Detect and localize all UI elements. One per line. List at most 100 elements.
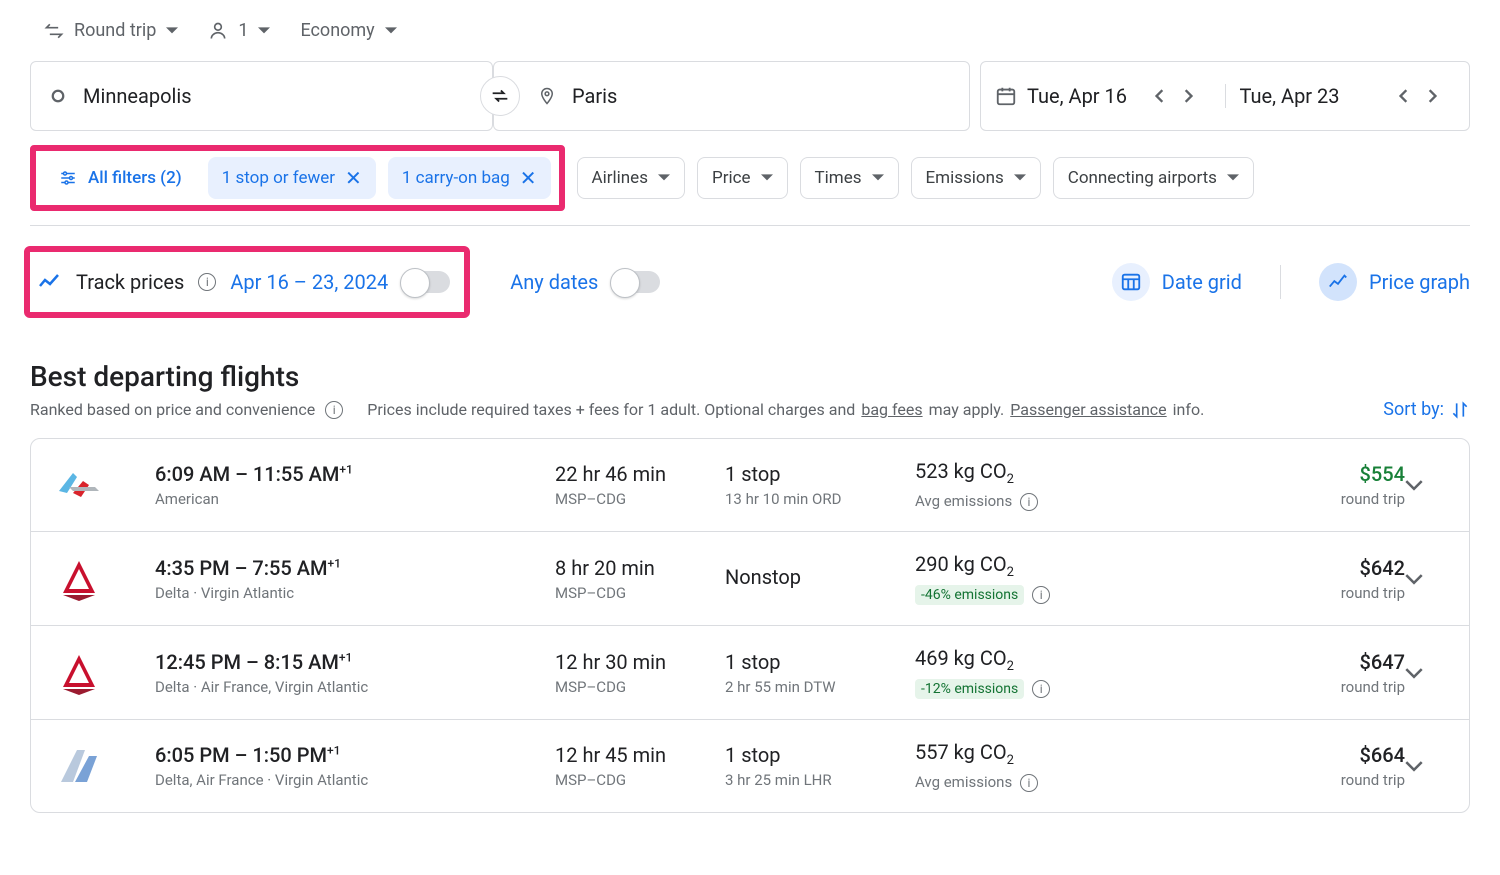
airline-name: Delta, Air France · Virgin Atlantic [155,771,555,789]
emissions-badge: -12% emissions [915,679,1024,699]
co2: 557 kg CO2 [915,740,1165,768]
divider [1280,265,1281,299]
date-grid-button[interactable]: Date grid [1112,263,1242,301]
origin-value: Minneapolis [83,84,192,108]
all-filters-button[interactable]: All filters (2) [44,157,196,199]
track-any-dates-toggle[interactable] [612,271,660,293]
info-icon[interactable]: i [198,273,216,291]
airline-name: Delta · Virgin Atlantic [155,584,555,602]
price: $642 [1165,556,1405,580]
airline-logo [55,461,103,509]
close-icon[interactable]: ✕ [345,166,362,190]
duration: 8 hr 20 min [555,556,725,580]
price-note-3: info. [1173,400,1205,419]
stops: 1 stop [725,743,915,767]
expand-button[interactable] [1405,573,1455,585]
ranked-text: Ranked based on price and convenience [30,400,315,419]
info-icon[interactable]: i [1020,493,1038,511]
stop-detail: 2 hr 55 min DTW [725,678,915,696]
stop-detail: 13 hr 10 min ORD [725,490,915,508]
highlight-filters: All filters (2) 1 stop or fewer ✕ 1 carr… [30,145,565,211]
date-range-input[interactable]: Tue, Apr 16 Tue, Apr 23 [980,61,1470,131]
chevron-down-icon [1405,667,1423,679]
swap-locations-button[interactable] [480,76,520,116]
flight-row[interactable]: 6:09 AM – 11:55 AM+1 American 22 hr 46 m… [31,439,1469,531]
caret-down-icon [258,25,270,37]
sort-icon [1450,400,1470,420]
sort-button[interactable]: Sort by: [1383,399,1470,420]
filter-connecting-airports[interactable]: Connecting airports [1053,157,1254,199]
cabin-class-selector[interactable]: Economy [300,20,396,41]
return-prev-button[interactable] [1399,89,1427,103]
info-icon[interactable]: i [325,401,343,419]
route: MSP–CDG [555,678,725,696]
flight-times: 6:05 PM – 1:50 PM+1 [155,743,555,767]
bag-fees-link[interactable]: bag fees [861,400,922,419]
co2: 469 kg CO2 [915,646,1165,674]
expand-button[interactable] [1405,479,1455,491]
return-next-button[interactable] [1427,89,1455,103]
destination-input[interactable]: Paris [493,61,970,131]
flight-times: 6:09 AM – 11:55 AM+1 [155,462,555,486]
graph-icon [1319,263,1357,301]
passengers-selector[interactable]: 1 [208,20,270,41]
flight-row[interactable]: 4:35 PM – 7:55 AM+1 Delta · Virgin Atlan… [31,531,1469,625]
co2: 290 kg CO2 [915,552,1165,580]
emissions-line: -46% emissions i [915,584,1165,605]
track-specific-dates-toggle[interactable] [402,271,450,293]
emissions-line: -12% emissions i [915,678,1165,699]
info-icon[interactable]: i [1032,680,1050,698]
filter-chip-label: 1 carry-on bag [402,168,510,188]
price-note-1: Prices include required taxes + fees for… [367,400,855,419]
duration: 12 hr 45 min [555,743,725,767]
any-dates-label: Any dates [510,270,598,294]
route: MSP–CDG [555,490,725,508]
airline-logo [55,742,103,790]
flight-times: 12:45 PM – 8:15 AM+1 [155,650,555,674]
flight-results-list: 6:09 AM – 11:55 AM+1 American 22 hr 46 m… [30,438,1470,813]
emissions-note: Avg emissions i [915,773,1038,791]
origin-input[interactable]: Minneapolis [30,61,493,131]
airline-name: Delta · Air France, Virgin Atlantic [155,678,555,696]
expand-button[interactable] [1405,760,1455,772]
flight-row[interactable]: 6:05 PM – 1:50 PM+1 Delta, Air France · … [31,719,1469,812]
depart-date: Tue, Apr 16 [1027,84,1127,108]
trip-type: round trip [1165,678,1405,696]
track-prices-label: Track prices [76,270,184,294]
expand-button[interactable] [1405,667,1455,679]
chevron-down-icon [1405,760,1423,772]
duration: 22 hr 46 min [555,462,725,486]
track-date-range: Apr 16 – 23, 2024 [230,270,388,294]
person-icon [208,21,228,41]
location-icon [538,85,556,107]
info-icon[interactable]: i [1032,586,1050,604]
grid-icon [1112,263,1150,301]
route: MSP–CDG [555,771,725,789]
depart-prev-button[interactable] [1155,89,1183,103]
trip-type: round trip [1165,584,1405,602]
airline-logo [55,649,103,697]
co2: 523 kg CO2 [915,459,1165,487]
filter-airlines[interactable]: Airlines [577,157,685,199]
filter-price[interactable]: Price [697,157,788,199]
passenger-assistance-link[interactable]: Passenger assistance [1010,400,1166,419]
filter-times[interactable]: Times [800,157,899,199]
flight-row[interactable]: 12:45 PM – 8:15 AM+1 Delta · Air France,… [31,625,1469,719]
passenger-count: 1 [238,20,248,41]
cabin-class-label: Economy [300,20,374,41]
close-icon[interactable]: ✕ [520,166,537,190]
tune-icon [58,169,78,187]
stops: Nonstop [725,565,915,589]
caret-down-icon [658,172,670,184]
price-graph-button[interactable]: Price graph [1319,263,1470,301]
trend-icon [38,272,62,292]
trip-type-label: Round trip [74,20,156,41]
depart-next-button[interactable] [1183,89,1211,103]
trip-type-selector[interactable]: Round trip [44,20,178,41]
caret-down-icon [761,172,773,184]
filter-emissions[interactable]: Emissions [911,157,1041,199]
info-icon[interactable]: i [1020,774,1038,792]
filter-chip-bags[interactable]: 1 carry-on bag ✕ [388,157,551,199]
caret-down-icon [166,25,178,37]
filter-chip-stops[interactable]: 1 stop or fewer ✕ [208,157,376,199]
